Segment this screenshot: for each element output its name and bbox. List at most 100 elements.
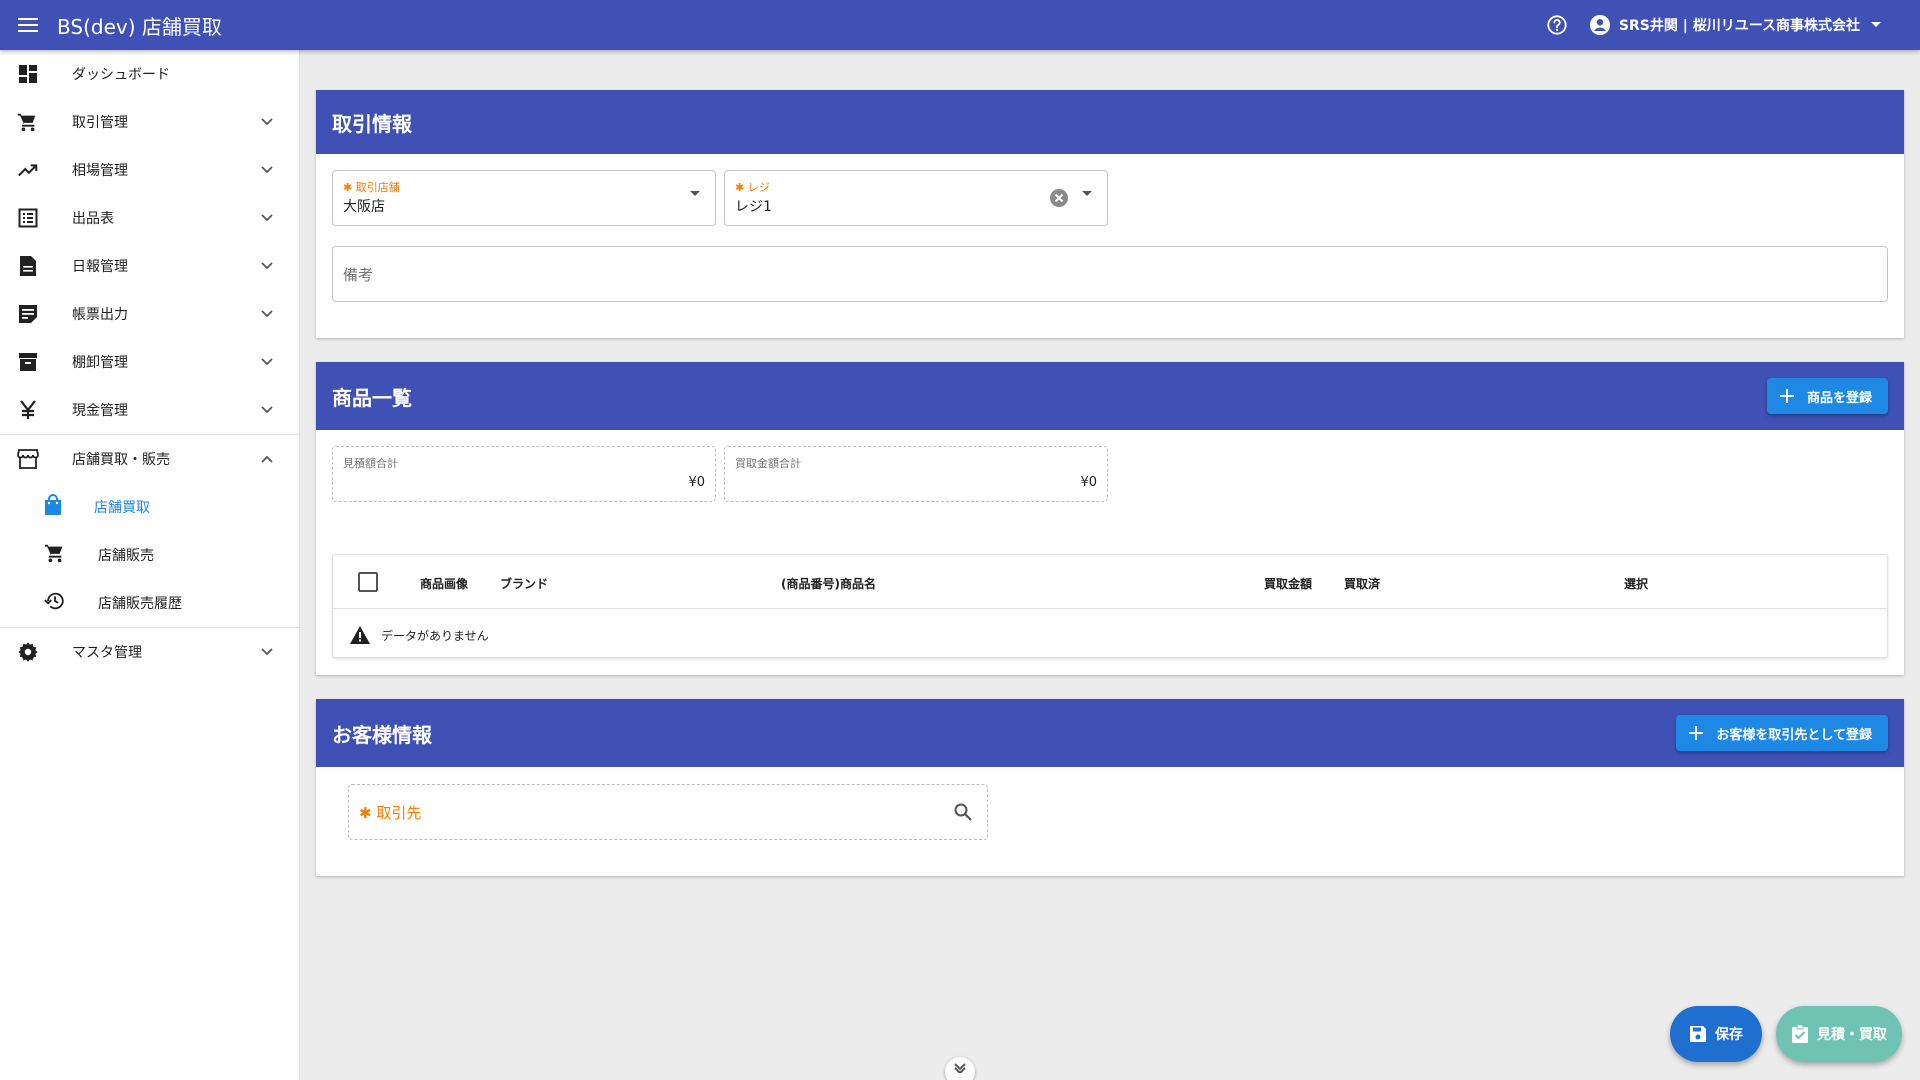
trending-up-icon [16, 158, 40, 182]
sidebar-item-form-output[interactable]: 帳票出力 [0, 290, 299, 338]
document-icon [16, 254, 40, 278]
sidebar-item-daily-report[interactable]: 日報管理 [0, 242, 299, 290]
customer-info-card: お客様情報 お客様を取引先として登録 ✱ 取引先 [316, 699, 1904, 876]
field-label: 買取金額合計 [735, 457, 801, 470]
sidebar-item-transaction-management[interactable]: 取引管理 [0, 98, 299, 146]
user-menu[interactable]: SRS井関 | 桜川リユース商事株式会社 [1589, 14, 1890, 36]
card-header: お客様情報 お客様を取引先として登録 [316, 699, 1904, 767]
register-select[interactable]: ✱ レジ レジ1 [724, 170, 1108, 226]
sidebar-item-dashboard[interactable]: ダッシュボード [0, 50, 299, 98]
column-header: (商品番号)商品名 [781, 577, 876, 591]
caret-down-icon [690, 191, 700, 196]
menu-icon[interactable] [9, 5, 49, 45]
scroll-down-indicator[interactable] [945, 1057, 975, 1080]
store-icon [16, 447, 40, 471]
cart-icon [44, 542, 66, 568]
chevron-down-icon [255, 640, 279, 664]
sidebar-subitem-store-sales[interactable]: 店舗販売 [0, 531, 299, 579]
field-label: ✱ レジ [735, 181, 770, 194]
sidebar-item-inventory[interactable]: 棚卸管理 [0, 338, 299, 386]
table-header: 商品画像 ブランド (商品番号)商品名 買取金額 買取済 選択 [333, 555, 1887, 609]
sidebar-item-market-management[interactable]: 相場管理 [0, 146, 299, 194]
card-header: 商品一覧 商品を登録 [316, 362, 1904, 430]
chevron-down-icon [255, 350, 279, 374]
sidebar-item-label: 出品表 [72, 211, 114, 227]
gear-icon [16, 640, 40, 664]
remarks-field[interactable]: 備考 [332, 246, 1888, 302]
list-icon [16, 206, 40, 230]
card-title: 商品一覧 [332, 385, 412, 410]
card-header: 取引情報 [316, 90, 1904, 154]
sidebar-item-label: 相場管理 [72, 163, 128, 179]
user-name: SRS井関 | 桜川リユース商事株式会社 [1618, 18, 1860, 34]
estimate-total-field: 見積額合計 ¥0 [332, 446, 716, 502]
field-value: ¥0 [1080, 475, 1097, 490]
chevron-down-icon [255, 398, 279, 422]
chevron-down-icon [255, 254, 279, 278]
partner-placeholder: ✱ 取引先 [359, 804, 422, 822]
sidebar-item-label: 日報管理 [72, 259, 128, 275]
column-header: 買取金額 [1264, 577, 1313, 591]
shopping-bag-icon [44, 494, 62, 520]
column-header: 買取済 [1344, 577, 1381, 591]
app-title: BS(dev) 店舗買取 [57, 14, 222, 39]
floppy-disk-icon [1690, 1026, 1706, 1042]
plus-icon [1779, 389, 1794, 403]
partner-search-field[interactable]: ✱ 取引先 [348, 784, 988, 840]
clear-icon[interactable] [1049, 188, 1069, 208]
column-header: 選択 [1624, 577, 1649, 591]
field-label: ✱ 取引店舗 [343, 181, 400, 194]
chevron-down-icon [954, 1063, 966, 1073]
clipboard-check-icon [1792, 1024, 1808, 1043]
register-product-button[interactable]: 商品を登録 [1766, 378, 1888, 414]
sidebar-item-master-management[interactable]: マスタ管理 [0, 628, 299, 676]
sidebar-item-label: マスタ管理 [72, 645, 142, 661]
sidebar-subitem-store-purchase[interactable]: 店舗買取 [0, 483, 299, 531]
purchase-total-field: 買取金額合計 ¥0 [724, 446, 1108, 502]
sidebar: ダッシュボード 取引管理 相場管理 出品表 日報管理 帳票出力 棚卸管理 現金管… [0, 50, 300, 1080]
cart-icon [16, 110, 40, 134]
sidebar-item-label: 店舗買取 [94, 500, 150, 516]
register-customer-button[interactable]: お客様を取引先として登録 [1676, 715, 1888, 751]
chevron-up-icon [255, 447, 279, 471]
chevron-down-icon [255, 158, 279, 182]
caret-down-icon [1871, 22, 1881, 27]
field-value: 大阪店 [343, 199, 385, 215]
store-select[interactable]: ✱ 取引店舗 大阪店 [332, 170, 716, 226]
field-value: レジ1 [735, 199, 772, 215]
sidebar-item-listing-sheet[interactable]: 出品表 [0, 194, 299, 242]
account-icon [1589, 14, 1610, 36]
sidebar-item-label: 棚卸管理 [72, 355, 128, 371]
sidebar-item-label: 帳票出力 [72, 307, 128, 323]
field-value: ¥0 [688, 475, 705, 490]
field-label: 見積額合計 [343, 457, 398, 470]
sidebar-subitem-store-sales-history[interactable]: 店舗販売履歴 [0, 579, 299, 627]
help-icon[interactable] [1539, 7, 1575, 43]
warning-icon [350, 626, 370, 644]
sidebar-item-cash-management[interactable]: 現金管理 [0, 386, 299, 434]
column-header: 商品画像 [420, 577, 469, 591]
sidebar-item-store-purchase-sales[interactable]: 店舗買取・販売 [0, 435, 299, 483]
sidebar-item-label: 店舗買取・販売 [72, 452, 170, 468]
card-title: お客様情報 [332, 722, 432, 747]
yen-icon [16, 398, 40, 422]
history-icon [44, 590, 66, 616]
chevron-down-icon [255, 206, 279, 230]
product-list-card: 商品一覧 商品を登録 見積額合計 ¥0 買取金額合計 ¥0 商品画像 ブランド … [316, 362, 1904, 675]
sidebar-item-label: 店舗販売履歴 [98, 596, 182, 612]
search-icon[interactable] [953, 802, 973, 822]
no-data-message: データがありません [349, 625, 489, 645]
save-button[interactable]: 保存 [1670, 1006, 1762, 1062]
sidebar-item-label: ダッシュボード [72, 67, 170, 83]
estimate-purchase-button[interactable]: 見積・買取 [1776, 1006, 1902, 1062]
card-title: 取引情報 [332, 111, 412, 136]
sidebar-item-label: 取引管理 [72, 115, 128, 131]
form-icon [16, 302, 40, 326]
chevron-down-icon [255, 302, 279, 326]
remarks-placeholder: 備考 [343, 266, 374, 284]
archive-icon [16, 350, 40, 374]
app-bar: BS(dev) 店舗買取 SRS井関 | 桜川リユース商事株式会社 [0, 0, 1920, 50]
chevron-down-icon [255, 110, 279, 134]
select-all-checkbox[interactable] [358, 572, 378, 592]
sidebar-item-label: 店舗販売 [98, 548, 154, 564]
